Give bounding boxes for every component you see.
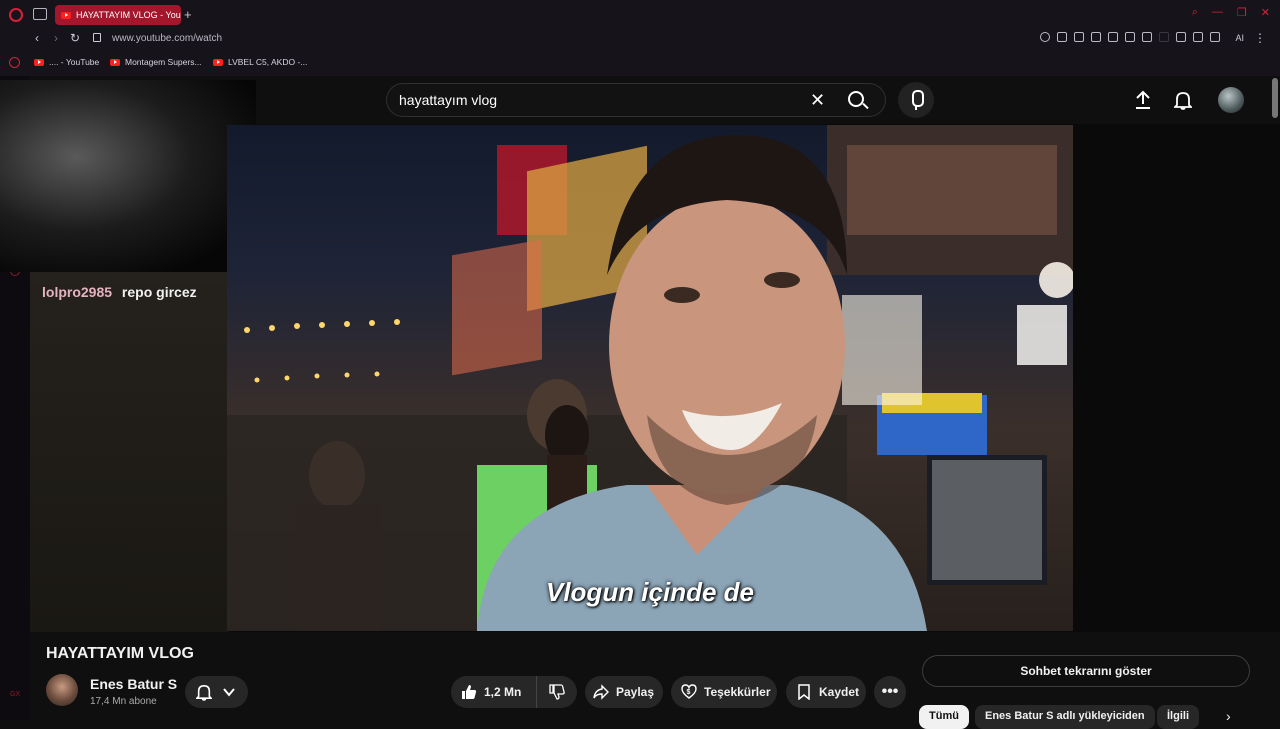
channel-name[interactable]: Enes Batur S <box>90 676 177 692</box>
more-actions-button[interactable]: ••• <box>874 676 906 708</box>
new-tab-button[interactable]: + <box>184 7 192 22</box>
bell-icon <box>196 684 212 701</box>
aria-ai-button[interactable]: AI <box>1235 33 1244 43</box>
like-dislike-group: 1,2 Mn <box>451 676 577 708</box>
youtube-favicon-icon <box>34 58 44 66</box>
bookmark-item[interactable]: LVBEL C5, AKDO -... <box>213 57 307 67</box>
more-icon: ••• <box>881 683 899 700</box>
bookmark-label: LVBEL C5, AKDO -... <box>228 57 308 67</box>
youtube-favicon-icon <box>61 11 71 19</box>
thanks-icon: $ <box>681 684 697 699</box>
dislike-button[interactable] <box>537 676 577 708</box>
chips-next-chevron-icon[interactable]: › <box>1226 708 1231 724</box>
bookmark-item[interactable]: Montagem Supers... <box>110 57 202 67</box>
maximize-button[interactable]: ❐ <box>1237 6 1247 19</box>
notifications-icon[interactable] <box>1174 90 1192 110</box>
youtube-favicon-icon <box>213 58 223 66</box>
account-avatar[interactable] <box>1218 87 1244 113</box>
snapshot-icon[interactable] <box>1074 32 1084 42</box>
profile-icon[interactable] <box>1193 32 1203 42</box>
divider <box>1159 32 1169 42</box>
minimize-button[interactable]: — <box>1212 6 1223 19</box>
bookmarks-bar: .... - YouTube Montagem Supers... LVBEL … <box>0 54 1280 72</box>
heart-icon[interactable] <box>1142 32 1152 42</box>
active-tab[interactable]: HAYATTAYIM VLOG - YouTube <box>55 5 181 25</box>
video-frame <box>227 125 1073 631</box>
bookmark-label: .... - YouTube <box>49 57 100 67</box>
thanks-label: Teşekkürler <box>704 685 771 699</box>
bookmark-label: Montagem Supers... <box>125 57 202 67</box>
forward-button[interactable]: › <box>54 31 58 45</box>
save-label: Kaydet <box>819 685 860 699</box>
browser-menu-icon[interactable]: ⋮ <box>1254 31 1266 45</box>
chip-related[interactable]: İlgili <box>1157 705 1199 729</box>
chip-all[interactable]: Tümü <box>919 705 969 729</box>
reload-icon[interactable]: ↻ <box>70 31 80 45</box>
tab-bar: HAYATTAYIM VLOG - YouTube + ⌕ — ❐ ✕ <box>0 0 1280 30</box>
video-player[interactable]: Vlogun içinde de <box>227 125 1073 631</box>
webcam-overlay <box>0 80 256 272</box>
video-subtitle: Vlogun içinde de <box>545 577 754 607</box>
svg-text:$: $ <box>687 689 691 696</box>
chat-text: repo gircez <box>121 284 197 300</box>
share-button[interactable]: Paylaş <box>585 676 663 708</box>
bookmark-item[interactable]: .... - YouTube <box>34 57 99 67</box>
chat-message: lolpro2985 repo gircez <box>42 284 197 300</box>
thumbs-up-icon <box>462 685 477 699</box>
extension-icons <box>1040 32 1220 42</box>
chat-username: lolpro2985 <box>42 284 113 300</box>
thanks-button[interactable]: $ Teşekkürler <box>671 676 777 708</box>
chevron-down-icon <box>223 688 235 697</box>
url-field[interactable]: www.youtube.com/watch <box>112 33 222 44</box>
video-title: HAYATTAYIM VLOG <box>46 645 194 662</box>
extensions-icon[interactable] <box>1176 32 1186 42</box>
close-window-button[interactable]: ✕ <box>1261 6 1270 19</box>
subscription-bell-button[interactable] <box>185 676 248 708</box>
zoom-icon[interactable] <box>1040 32 1050 42</box>
clear-search-button[interactable]: ✕ <box>810 91 825 109</box>
page-scrollbar[interactable] <box>1272 78 1278 118</box>
like-count: 1,2 Mn <box>484 685 522 699</box>
tab-islands-icon[interactable] <box>33 8 47 20</box>
voice-search-icon[interactable] <box>898 82 934 118</box>
tab-title: HAYATTAYIM VLOG - YouTube <box>76 10 181 20</box>
search-tabs-icon[interactable]: ⌕ <box>1192 6 1198 19</box>
live-chat-overlay: lolpro2985 repo gircez <box>30 272 228 632</box>
lock-icon[interactable] <box>93 33 101 42</box>
save-button[interactable]: Kaydet <box>786 676 866 708</box>
share-icon <box>593 684 609 700</box>
player-icon[interactable] <box>1125 32 1135 42</box>
address-bar: ‹ › ↻ www.youtube.com/watch AI ⋮ <box>0 28 1280 50</box>
download-icon[interactable] <box>1210 32 1220 42</box>
opera-logo-icon[interactable] <box>9 8 23 22</box>
window-controls: ⌕ — ❐ ✕ <box>1192 6 1270 19</box>
adblock-shield-icon[interactable] <box>1091 32 1101 42</box>
thumbs-down-icon <box>549 684 565 700</box>
bookmark-icon <box>798 684 810 700</box>
back-button[interactable]: ‹ <box>35 31 39 45</box>
search-icon[interactable] <box>848 91 864 107</box>
subscriber-count: 17,4 Mn abone <box>90 696 157 707</box>
vpn-icon[interactable] <box>1108 32 1118 42</box>
youtube-favicon-icon <box>110 58 120 66</box>
sidebar-gx-label: GX <box>10 691 21 698</box>
pin-icon[interactable] <box>1057 32 1067 42</box>
channel-avatar[interactable] <box>46 674 78 706</box>
like-button[interactable]: 1,2 Mn <box>451 676 537 708</box>
share-label: Paylaş <box>616 685 655 699</box>
show-chat-replay-button[interactable]: Sohbet tekrarını göster <box>922 655 1250 687</box>
chip-from-uploader[interactable]: Enes Batur S adlı yükleyiciden <box>975 705 1155 729</box>
upload-icon[interactable] <box>1134 90 1152 110</box>
browser-chrome: HAYATTAYIM VLOG - YouTube + ⌕ — ❐ ✕ ‹ › … <box>0 0 1280 76</box>
